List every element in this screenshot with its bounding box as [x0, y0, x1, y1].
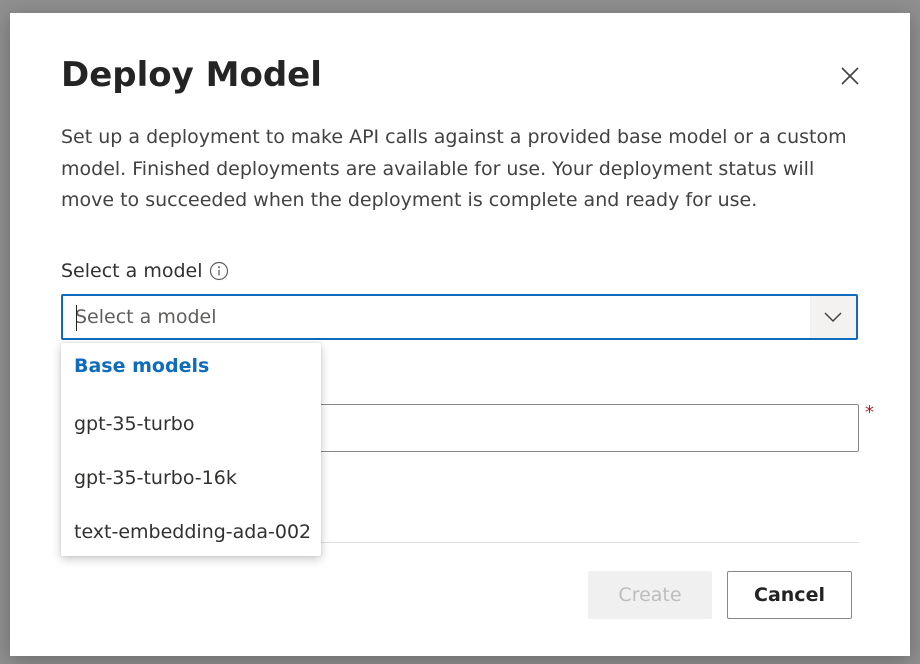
chevron-down-icon: [824, 312, 842, 323]
create-button[interactable]: Create: [588, 571, 712, 619]
model-select-input[interactable]: [63, 296, 810, 338]
model-combobox[interactable]: [61, 294, 858, 340]
deploy-model-dialog: Deploy Model Set up a deployment to make…: [10, 13, 910, 656]
dropdown-option-gpt-35-turbo[interactable]: gpt-35-turbo: [61, 400, 321, 448]
dropdown-option-gpt-35-turbo-16k[interactable]: gpt-35-turbo-16k: [61, 454, 321, 502]
info-icon[interactable]: [209, 261, 229, 281]
close-button[interactable]: [836, 62, 864, 90]
cancel-button[interactable]: Cancel: [727, 571, 852, 619]
model-dropdown-toggle[interactable]: [810, 296, 856, 338]
dropdown-group-header: Base models: [74, 355, 210, 377]
dropdown-option-text-embedding-ada-002[interactable]: text-embedding-ada-002: [61, 508, 321, 556]
required-indicator: *: [865, 402, 874, 423]
select-model-label-text: Select a model: [61, 260, 203, 282]
select-model-label: Select a model: [61, 257, 229, 285]
dialog-title: Deploy Model: [61, 55, 322, 95]
text-caret: [76, 305, 77, 331]
dialog-description: Set up a deployment to make API calls ag…: [61, 126, 847, 211]
model-dropdown-list: Base models gpt-35-turbo gpt-35-turbo-16…: [61, 343, 321, 556]
close-icon: [841, 67, 859, 85]
